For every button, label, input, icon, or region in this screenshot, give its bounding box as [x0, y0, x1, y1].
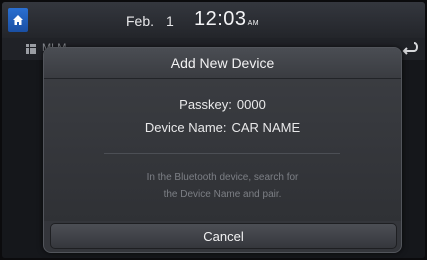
hint-line-2: the Device Name and pair. — [163, 189, 282, 200]
date-month: Feb. — [126, 13, 155, 29]
clock-time: 12:03 — [194, 8, 247, 30]
cancel-button[interactable]: Cancel — [50, 223, 397, 249]
home-button[interactable] — [8, 8, 28, 32]
clock: 12:03AM — [194, 8, 259, 31]
hint-line-1: In the Bluetooth device, search for — [146, 172, 299, 183]
pairing-hint: In the Bluetooth device, search for the … — [84, 169, 361, 203]
device-name-value: CAR NAME — [231, 120, 301, 135]
status-bar: Feb. 1 12:03AM — [2, 2, 425, 39]
grid-menu-icon[interactable] — [26, 44, 36, 54]
device-name-label: Device Name: — [144, 120, 227, 135]
add-device-dialog: Add New Device Passkey: 0000 Device Name:… — [43, 47, 402, 253]
date-display: Feb. 1 — [126, 13, 174, 29]
date-day: 1 — [166, 13, 174, 29]
head-unit-screen: Feb.1 12:03AM MLM Add New Device Passkey… — [2, 2, 425, 258]
divider — [104, 153, 340, 154]
passkey-value: 0000 — [236, 97, 266, 112]
dialog-title: Add New Device — [44, 48, 401, 79]
device-name-row: Device Name: CAR NAME — [44, 120, 401, 135]
home-icon — [13, 15, 23, 25]
dialog-body: Passkey: 0000 Device Name: CAR NAME In the… — [44, 79, 401, 221]
passkey-label: Passkey: — [179, 97, 232, 112]
passkey-row: Passkey: 0000 — [44, 97, 401, 112]
clock-ampm: AM — [247, 20, 260, 27]
back-arrow-icon[interactable] — [400, 40, 420, 56]
